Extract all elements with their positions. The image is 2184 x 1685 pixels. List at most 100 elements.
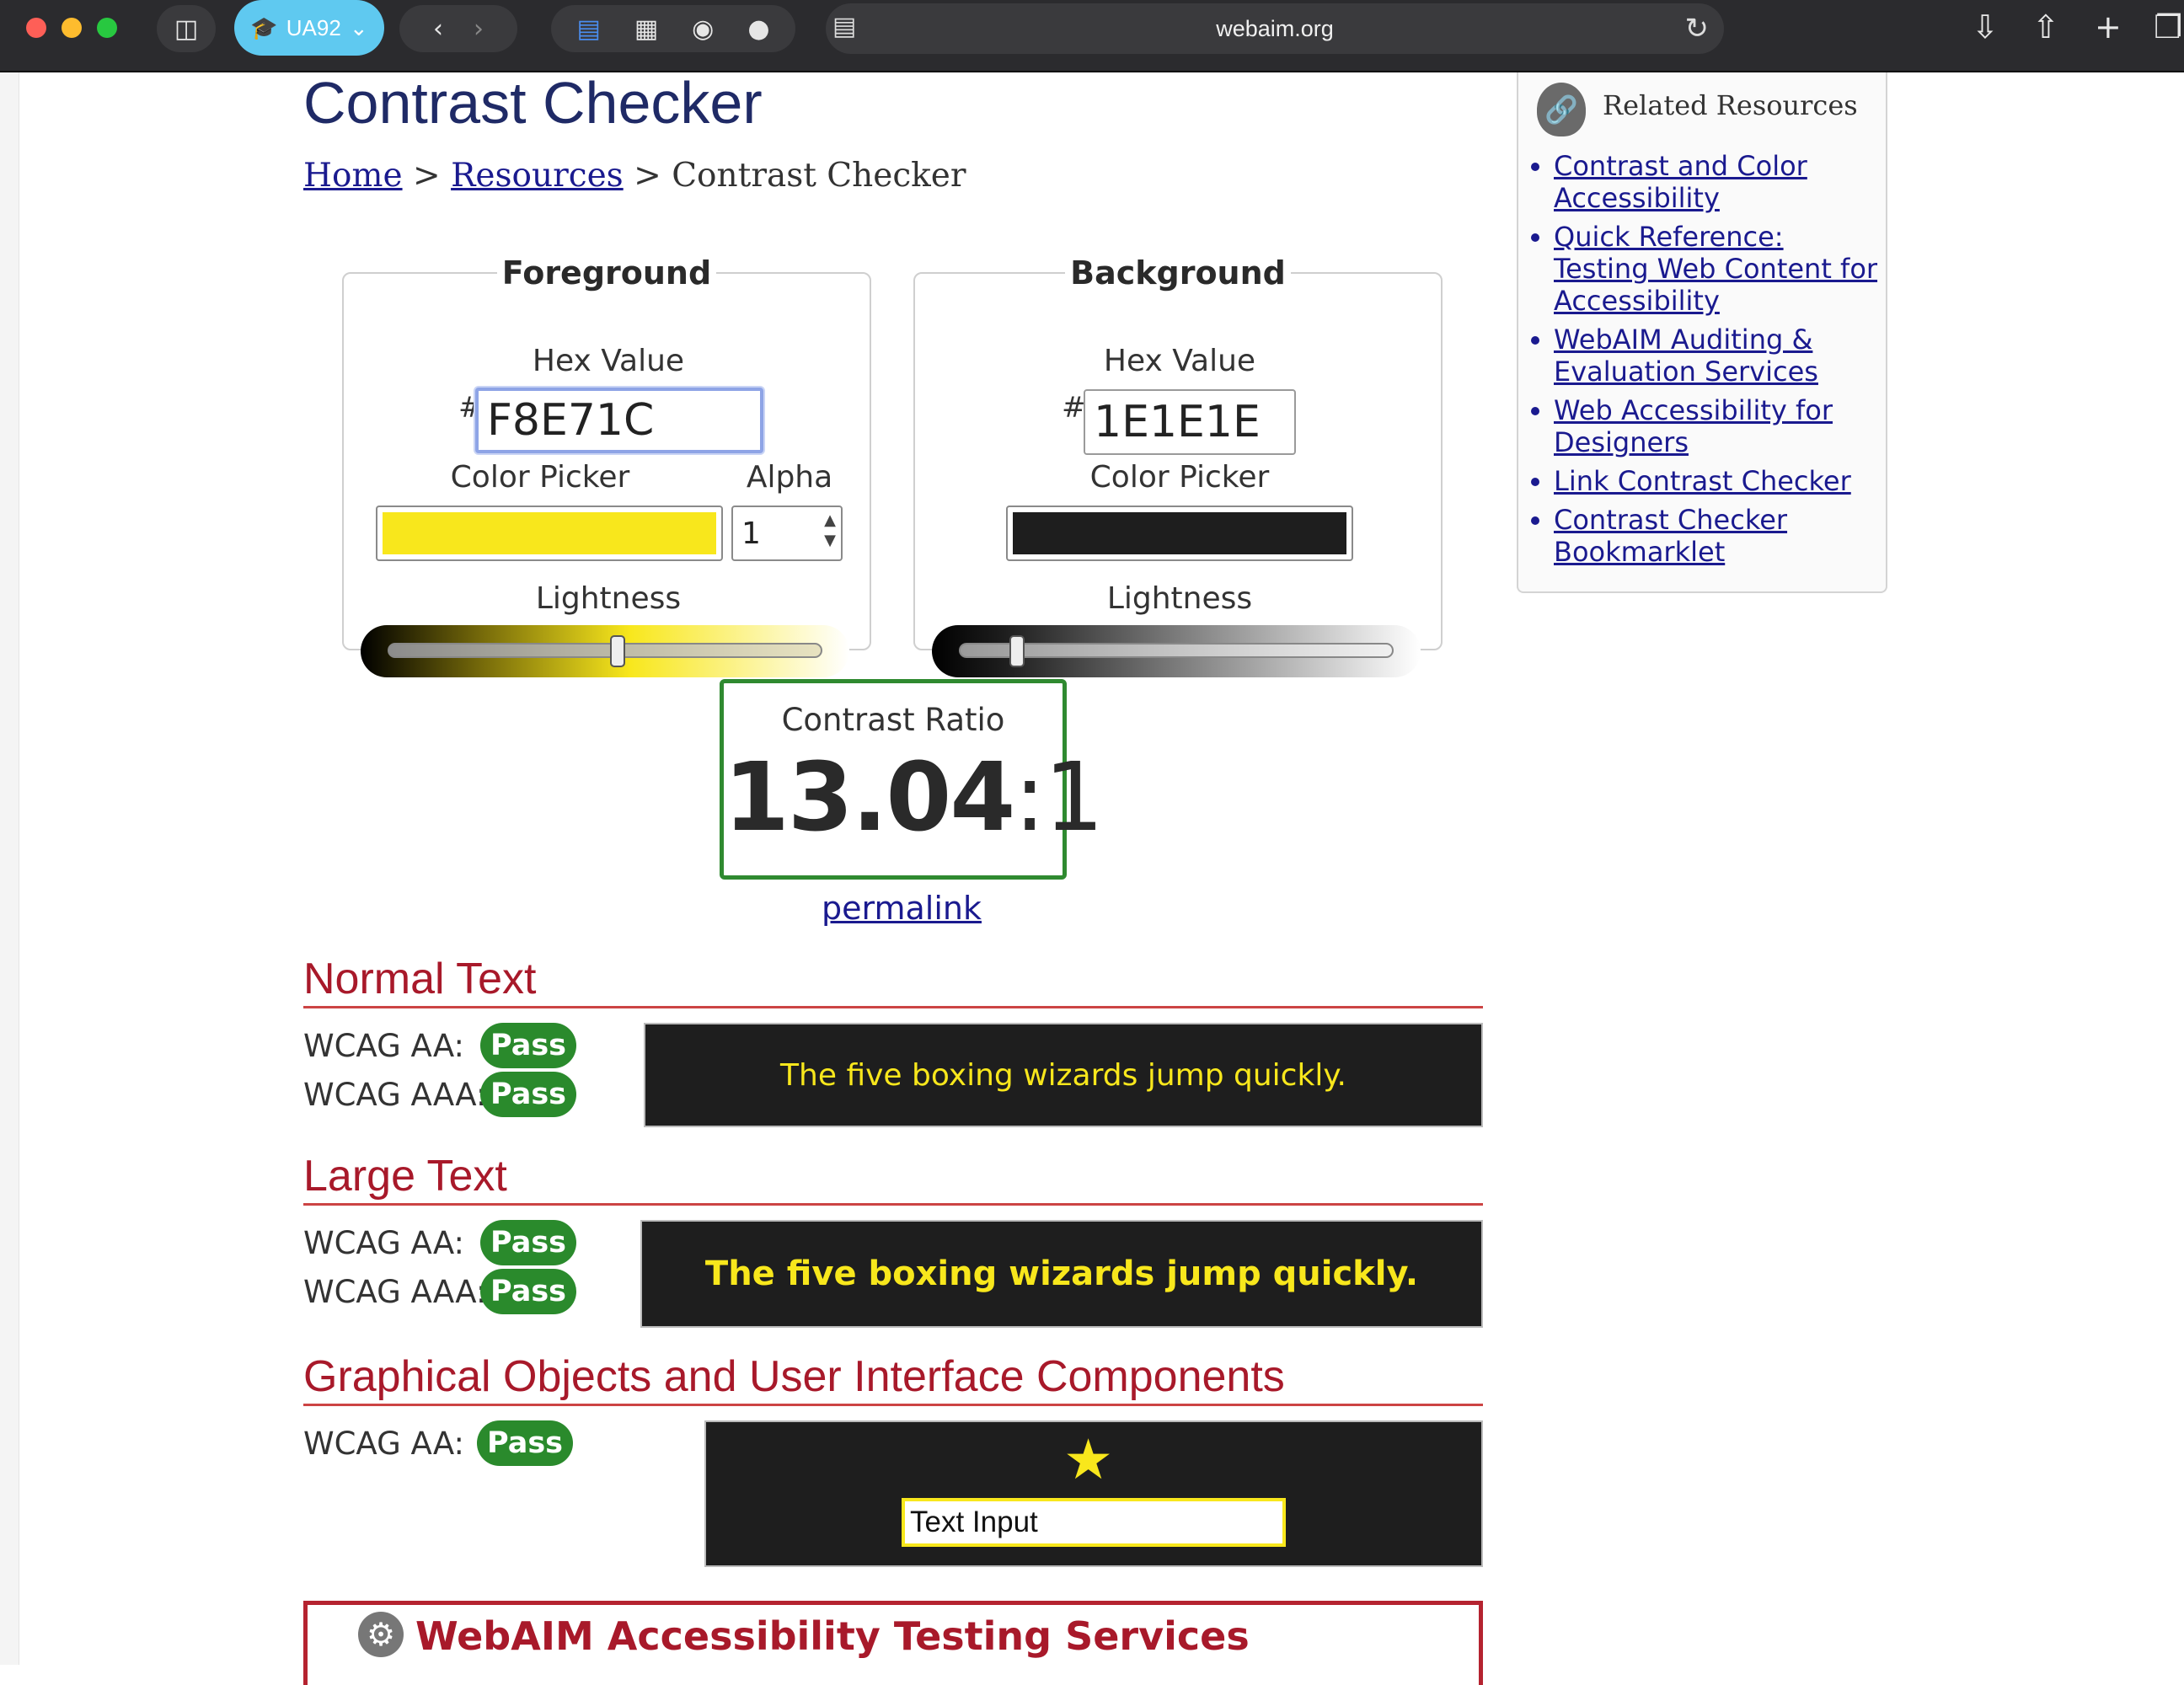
url-text: webaim.org bbox=[1216, 15, 1334, 41]
list-item: Quick Reference: Testing Web Content for… bbox=[1554, 221, 1882, 317]
related-resources-list: Contrast and Color Accessibility Quick R… bbox=[1535, 150, 1882, 575]
hash-symbol: # bbox=[1062, 391, 1086, 425]
related-resources-panel: 🔗 Related Resources Contrast and Color A… bbox=[1517, 72, 1887, 593]
alpha-input[interactable]: 1 ▲ ▼ bbox=[731, 506, 843, 561]
background-color-swatch bbox=[1013, 512, 1346, 554]
foreground-hex-label: Hex Value bbox=[532, 344, 685, 378]
foreground-panel: Foreground Hex Value # F8E71C Color Pick… bbox=[342, 254, 871, 677]
normal-text-heading: Normal Text bbox=[303, 954, 1483, 1008]
related-link[interactable]: Link Contrast Checker bbox=[1554, 465, 1851, 497]
history-nav: ‹ › bbox=[399, 5, 517, 52]
related-link[interactable]: Quick Reference: Testing Web Content for… bbox=[1554, 221, 1877, 317]
testing-services-heading: WebAIM Accessibility Testing Services bbox=[415, 1613, 1250, 1659]
foreground-legend: Foreground bbox=[501, 254, 712, 292]
permalink-link[interactable]: permalink bbox=[822, 890, 982, 927]
profile-button[interactable]: 🎓 UA92 ⌄ bbox=[234, 0, 384, 56]
share-icon[interactable]: ⇧ bbox=[2032, 8, 2059, 45]
breadcrumb-separator: > bbox=[634, 157, 661, 195]
sitemap-extension-icon[interactable]: ▦ bbox=[634, 14, 658, 44]
tabs-overview-icon[interactable]: ❐ bbox=[2154, 8, 2182, 45]
normal-aaa-label: WCAG AAA: bbox=[303, 1077, 487, 1113]
contrast-ratio-box: Contrast Ratio 13.04:1 bbox=[720, 679, 1104, 880]
minimize-window-button[interactable] bbox=[62, 18, 82, 38]
slider-track bbox=[388, 643, 822, 658]
contrast-ratio-value: 13.04:1 bbox=[724, 743, 1104, 853]
slider-thumb[interactable] bbox=[1009, 635, 1025, 667]
foreground-lightness-slider[interactable] bbox=[361, 625, 849, 677]
normal-aa-label: WCAG AA: bbox=[303, 1028, 464, 1064]
large-aa-pass-badge: Pass bbox=[480, 1220, 576, 1265]
extensions-group: ▤ ▦ ◉ ● bbox=[551, 5, 795, 52]
foreground-picker-label: Color Picker bbox=[450, 460, 630, 495]
background-lightness-label: Lightness bbox=[1106, 581, 1253, 616]
breadcrumb-resources-link[interactable]: Resources bbox=[451, 157, 624, 195]
breadcrumb-current: Contrast Checker bbox=[672, 157, 966, 195]
back-icon[interactable]: ‹ bbox=[433, 14, 443, 44]
background-color-picker[interactable] bbox=[1006, 506, 1353, 561]
graphical-aa-pass-badge: Pass bbox=[477, 1420, 573, 1466]
reload-icon[interactable]: ↻ bbox=[1685, 12, 1710, 45]
downloads-icon[interactable]: ⇩ bbox=[1972, 8, 1999, 45]
large-text-heading: Large Text bbox=[303, 1151, 1483, 1206]
background-hex-label: Hex Value bbox=[1103, 344, 1256, 378]
related-link[interactable]: Web Accessibility for Designers bbox=[1554, 394, 1833, 458]
address-bar[interactable]: ▤ webaim.org ↻ bbox=[826, 3, 1724, 54]
breadcrumb: Home > Resources > Contrast Checker bbox=[303, 157, 966, 195]
alpha-stepper-icon[interactable]: ▲ ▼ bbox=[824, 511, 836, 551]
github-extension-icon[interactable]: ◉ bbox=[692, 14, 714, 44]
large-aaa-label: WCAG AAA: bbox=[303, 1274, 487, 1310]
list-item: Link Contrast Checker bbox=[1554, 465, 1882, 497]
background-legend: Background bbox=[1070, 254, 1286, 292]
related-link[interactable]: WebAIM Auditing & Evaluation Services bbox=[1554, 324, 1818, 388]
page-title: Contrast Checker bbox=[303, 70, 763, 136]
sample-text-input[interactable]: Text Input bbox=[902, 1498, 1286, 1547]
alpha-value: 1 bbox=[741, 516, 761, 551]
list-item: Contrast Checker Bookmarklet bbox=[1554, 504, 1882, 568]
large-aa-label: WCAG AA: bbox=[303, 1225, 464, 1261]
related-resources-heading: Related Resources bbox=[1603, 89, 1858, 121]
foreground-hex-input[interactable]: F8E71C bbox=[475, 388, 763, 453]
large-aaa-pass-badge: Pass bbox=[480, 1269, 576, 1314]
link-head-icon: 🔗 bbox=[1537, 83, 1586, 136]
new-tab-icon[interactable]: + bbox=[2095, 8, 2122, 45]
gear-icon: ⚙ bbox=[358, 1612, 404, 1657]
document-extension-icon[interactable]: ▤ bbox=[576, 14, 600, 44]
foreground-color-picker[interactable] bbox=[376, 506, 723, 561]
alpha-label: Alpha bbox=[746, 460, 833, 495]
background-lightness-slider[interactable] bbox=[932, 625, 1421, 677]
browser-toolbar: ◫ 🎓 UA92 ⌄ ‹ › ▤ ▦ ◉ ● ▤ webaim.org ↻ ⇩ … bbox=[0, 0, 2184, 72]
contrast-ratio-caption: Contrast Ratio bbox=[781, 702, 1005, 738]
graphical-aa-label: WCAG AA: bbox=[303, 1426, 464, 1462]
graduation-cap-icon: 🎓 bbox=[250, 14, 278, 40]
tab-overview-icon[interactable]: ▤ bbox=[832, 12, 856, 41]
account-extension-icon[interactable]: ● bbox=[747, 14, 769, 44]
related-link[interactable]: Contrast Checker Bookmarklet bbox=[1554, 504, 1787, 568]
list-item: Web Accessibility for Designers bbox=[1554, 394, 1882, 458]
related-link[interactable]: Contrast and Color Accessibility bbox=[1554, 150, 1807, 214]
star-icon: ★ bbox=[1063, 1427, 1114, 1492]
normal-aaa-pass-badge: Pass bbox=[480, 1072, 576, 1117]
page-left-gutter bbox=[0, 72, 19, 1665]
normal-text-sample: The five boxing wizards jump quickly. bbox=[644, 1023, 1483, 1127]
normal-aa-pass-badge: Pass bbox=[480, 1023, 576, 1068]
background-panel: Background Hex Value # 1E1E1E Color Pick… bbox=[913, 254, 1443, 677]
forward-icon[interactable]: › bbox=[474, 14, 484, 44]
ratio-suffix: :1 bbox=[1014, 743, 1104, 853]
chevron-down-icon: ⌄ bbox=[349, 14, 368, 40]
close-window-button[interactable] bbox=[26, 18, 46, 38]
list-item: Contrast and Color Accessibility bbox=[1554, 150, 1882, 214]
page-content: Contrast Checker Home > Resources > Cont… bbox=[0, 70, 2184, 1685]
sidebar-toggle-icon[interactable]: ◫ bbox=[157, 5, 216, 52]
background-picker-label: Color Picker bbox=[1089, 460, 1270, 495]
ratio-main: 13.04 bbox=[724, 743, 1015, 853]
large-text-sample: The five boxing wizards jump quickly. bbox=[640, 1220, 1483, 1328]
breadcrumb-separator: > bbox=[412, 157, 441, 195]
slider-thumb[interactable] bbox=[609, 635, 625, 667]
profile-label: UA92 bbox=[286, 14, 341, 40]
list-item: WebAIM Auditing & Evaluation Services bbox=[1554, 324, 1882, 388]
foreground-lightness-label: Lightness bbox=[535, 581, 682, 616]
background-hex-input[interactable]: 1E1E1E bbox=[1084, 389, 1296, 455]
breadcrumb-home-link[interactable]: Home bbox=[303, 157, 403, 195]
testing-services-box: ⚙ WebAIM Accessibility Testing Services bbox=[303, 1601, 1483, 1685]
zoom-window-button[interactable] bbox=[97, 18, 117, 38]
